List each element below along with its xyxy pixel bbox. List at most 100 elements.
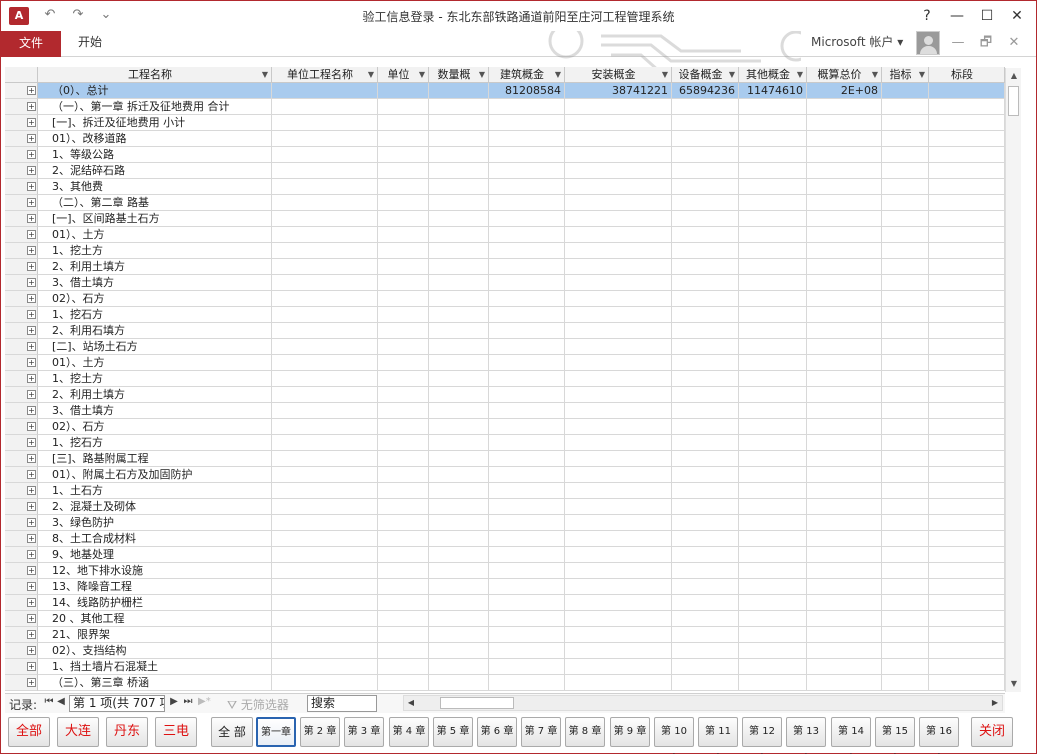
table-cell[interactable] xyxy=(807,291,882,307)
table-cell[interactable] xyxy=(565,115,672,131)
column-header-unit-project[interactable]: 单位工程名称 ▼ xyxy=(272,67,378,83)
cell-name[interactable]: [一]、区间路基土石方 xyxy=(38,211,272,227)
table-cell[interactable] xyxy=(739,147,807,163)
table-cell[interactable] xyxy=(272,163,378,179)
table-row[interactable]: （二）、第二章 路基 + xyxy=(5,195,1005,211)
table-cell[interactable] xyxy=(489,627,565,643)
table-cell[interactable] xyxy=(565,307,672,323)
table-row[interactable]: 3、绿色防护 + xyxy=(5,515,1005,531)
table-cell[interactable] xyxy=(378,275,429,291)
close-button[interactable]: 关闭 xyxy=(971,717,1013,747)
cell-name[interactable]: 01）、改移道路 xyxy=(38,131,272,147)
table-cell[interactable] xyxy=(489,387,565,403)
table-cell[interactable] xyxy=(672,99,739,115)
chapter-button-16[interactable]: 第 16 章 xyxy=(919,717,959,747)
table-cell[interactable] xyxy=(739,99,807,115)
table-cell[interactable] xyxy=(929,675,1005,691)
table-cell[interactable] xyxy=(929,147,1005,163)
table-cell[interactable] xyxy=(429,435,489,451)
table-row[interactable]: 2、混凝土及砌体 + xyxy=(5,499,1005,515)
table-cell[interactable] xyxy=(672,163,739,179)
table-cell[interactable] xyxy=(272,355,378,371)
column-header-construction[interactable]: 建筑概金 ▼ xyxy=(489,67,565,83)
table-cell[interactable] xyxy=(739,547,807,563)
table-cell[interactable] xyxy=(929,435,1005,451)
scroll-up-icon[interactable]: ▲ xyxy=(1006,68,1022,84)
table-cell[interactable] xyxy=(429,659,489,675)
table-cell[interactable] xyxy=(489,147,565,163)
table-cell[interactable] xyxy=(489,163,565,179)
table-cell[interactable] xyxy=(929,451,1005,467)
table-cell[interactable] xyxy=(882,195,929,211)
table-cell[interactable] xyxy=(929,371,1005,387)
table-cell[interactable] xyxy=(489,643,565,659)
table-cell[interactable] xyxy=(929,243,1005,259)
button-dalian[interactable]: 大连 xyxy=(57,717,99,747)
expand-icon[interactable]: + xyxy=(27,470,36,479)
table-cell[interactable] xyxy=(489,211,565,227)
table-cell[interactable] xyxy=(672,275,739,291)
table-cell[interactable] xyxy=(739,627,807,643)
expand-icon[interactable]: + xyxy=(27,134,36,143)
table-row[interactable]: 14、线路防护栅栏 + xyxy=(5,595,1005,611)
table-cell[interactable] xyxy=(272,291,378,307)
table-cell[interactable] xyxy=(378,211,429,227)
table-cell[interactable] xyxy=(929,579,1005,595)
table-cell[interactable] xyxy=(929,115,1005,131)
chapter-button-14[interactable]: 第 14 章 xyxy=(831,717,871,747)
table-cell[interactable] xyxy=(489,339,565,355)
cell-name[interactable]: 02）、石方 xyxy=(38,291,272,307)
cell-name[interactable]: （三）、第三章 桥涵 xyxy=(38,675,272,691)
table-cell[interactable] xyxy=(565,371,672,387)
cell-name[interactable]: 1、挡土墙片石混凝土 xyxy=(38,659,272,675)
cell-unit-project[interactable] xyxy=(272,83,378,99)
table-cell[interactable] xyxy=(272,499,378,515)
table-row[interactable]: [三]、路基附属工程 + xyxy=(5,451,1005,467)
table-cell[interactable] xyxy=(429,531,489,547)
table-cell[interactable] xyxy=(489,547,565,563)
table-cell[interactable] xyxy=(565,243,672,259)
table-row[interactable]: 01）、土方 + xyxy=(5,227,1005,243)
chapter-button-12[interactable]: 第 12 章 xyxy=(742,717,782,747)
table-cell[interactable] xyxy=(807,371,882,387)
table-cell[interactable] xyxy=(929,275,1005,291)
table-cell[interactable] xyxy=(272,115,378,131)
table-cell[interactable] xyxy=(429,147,489,163)
table-cell[interactable] xyxy=(739,259,807,275)
table-cell[interactable] xyxy=(429,675,489,691)
chapter-button-13[interactable]: 第 13 章 xyxy=(786,717,826,747)
table-cell[interactable] xyxy=(882,435,929,451)
table-row[interactable]: 1、等级公路 + xyxy=(5,147,1005,163)
table-cell[interactable] xyxy=(378,291,429,307)
table-cell[interactable] xyxy=(807,467,882,483)
table-cell[interactable] xyxy=(672,659,739,675)
button-sandian[interactable]: 三电 xyxy=(155,717,197,747)
table-cell[interactable] xyxy=(489,515,565,531)
cell-name[interactable]: 01）、土方 xyxy=(38,355,272,371)
expand-icon[interactable]: + xyxy=(27,182,36,191)
table-cell[interactable] xyxy=(565,467,672,483)
table-cell[interactable] xyxy=(489,595,565,611)
table-cell[interactable] xyxy=(739,227,807,243)
table-cell[interactable] xyxy=(565,579,672,595)
column-header-quantity[interactable]: 数量概 ▼ xyxy=(429,67,489,83)
cell-name[interactable]: 01）、附属土石方及加固防护 xyxy=(38,467,272,483)
chapter-button-10[interactable]: 第 10 章 xyxy=(654,717,694,747)
table-cell[interactable] xyxy=(272,211,378,227)
table-cell[interactable] xyxy=(882,451,929,467)
cell-name[interactable]: 2、泥结碎石路 xyxy=(38,163,272,179)
table-cell[interactable] xyxy=(565,499,672,515)
table-cell[interactable] xyxy=(882,99,929,115)
table-cell[interactable] xyxy=(672,259,739,275)
table-cell[interactable] xyxy=(739,403,807,419)
table-cell[interactable] xyxy=(489,483,565,499)
table-cell[interactable] xyxy=(272,371,378,387)
table-cell[interactable] xyxy=(429,179,489,195)
table-cell[interactable] xyxy=(429,451,489,467)
table-cell[interactable] xyxy=(807,115,882,131)
table-cell[interactable] xyxy=(489,227,565,243)
table-cell[interactable] xyxy=(378,243,429,259)
table-cell[interactable] xyxy=(378,435,429,451)
table-cell[interactable] xyxy=(565,275,672,291)
table-cell[interactable] xyxy=(378,403,429,419)
